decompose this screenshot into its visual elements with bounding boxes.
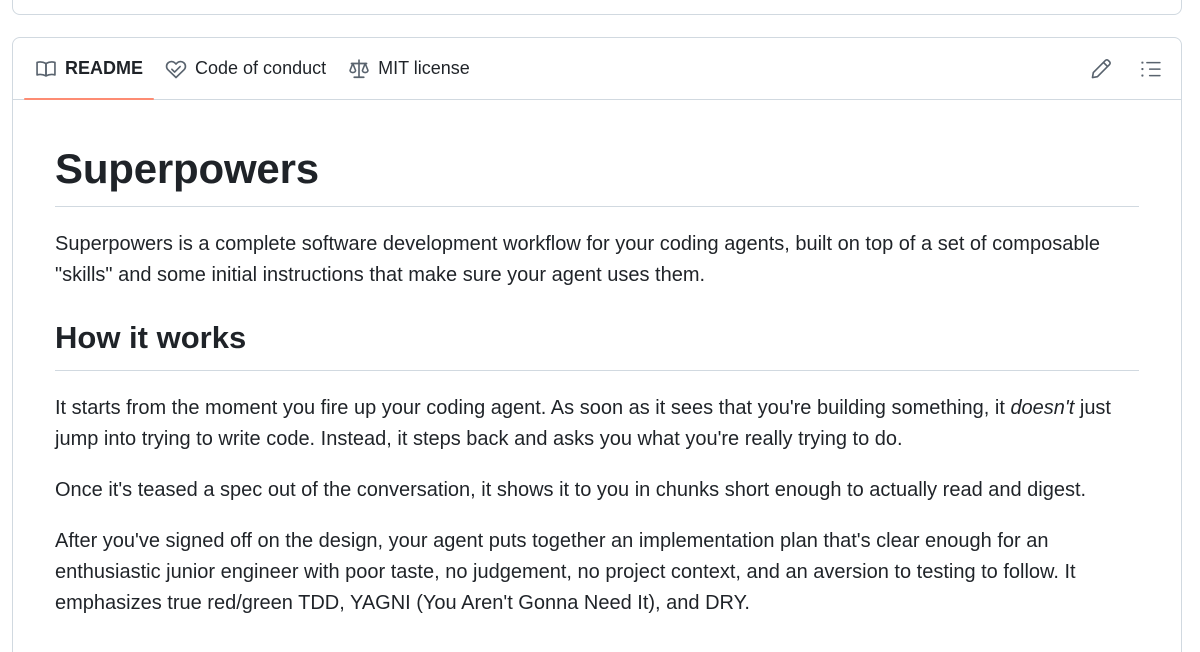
code-of-conduct-icon: [165, 58, 187, 80]
readme-content: Superpowers Superpowers is a complete so…: [13, 100, 1181, 619]
tab-code-of-conduct-label: Code of conduct: [195, 58, 327, 78]
previous-card: [12, 0, 1182, 15]
tab-readme[interactable]: README: [24, 38, 155, 100]
readme-intro: Superpowers is a complete software devel…: [55, 233, 1101, 287]
tab-license[interactable]: MIT license: [337, 38, 481, 99]
edit-file-button[interactable]: [1083, 51, 1119, 87]
tab-readme-label: README: [65, 58, 144, 78]
list-outline-icon: [1140, 58, 1162, 80]
section-heading-how-it-works: How it works: [55, 319, 1139, 372]
law-scale-icon: [348, 58, 370, 80]
readme-title: Superpowers: [55, 100, 1139, 208]
readme-actions: [1083, 38, 1169, 100]
outline-button[interactable]: [1133, 51, 1169, 87]
paragraph-plan: After you've signed off on the design, y…: [55, 530, 1076, 615]
readme-panel: README Code of conduct MIT license Super…: [12, 37, 1182, 652]
pencil-icon: [1090, 58, 1112, 80]
book-icon: [35, 58, 57, 80]
paragraph-spec: Once it's teased a spec out of the conve…: [55, 479, 1087, 502]
tab-code-of-conduct[interactable]: Code of conduct: [154, 38, 337, 99]
tab-license-label: MIT license: [378, 58, 470, 78]
emphasis-doesnt: doesn't: [1010, 397, 1075, 420]
readme-tabbar: README Code of conduct MIT license: [13, 38, 1181, 100]
paragraph-start: It starts from the moment you fire up yo…: [55, 397, 1111, 451]
